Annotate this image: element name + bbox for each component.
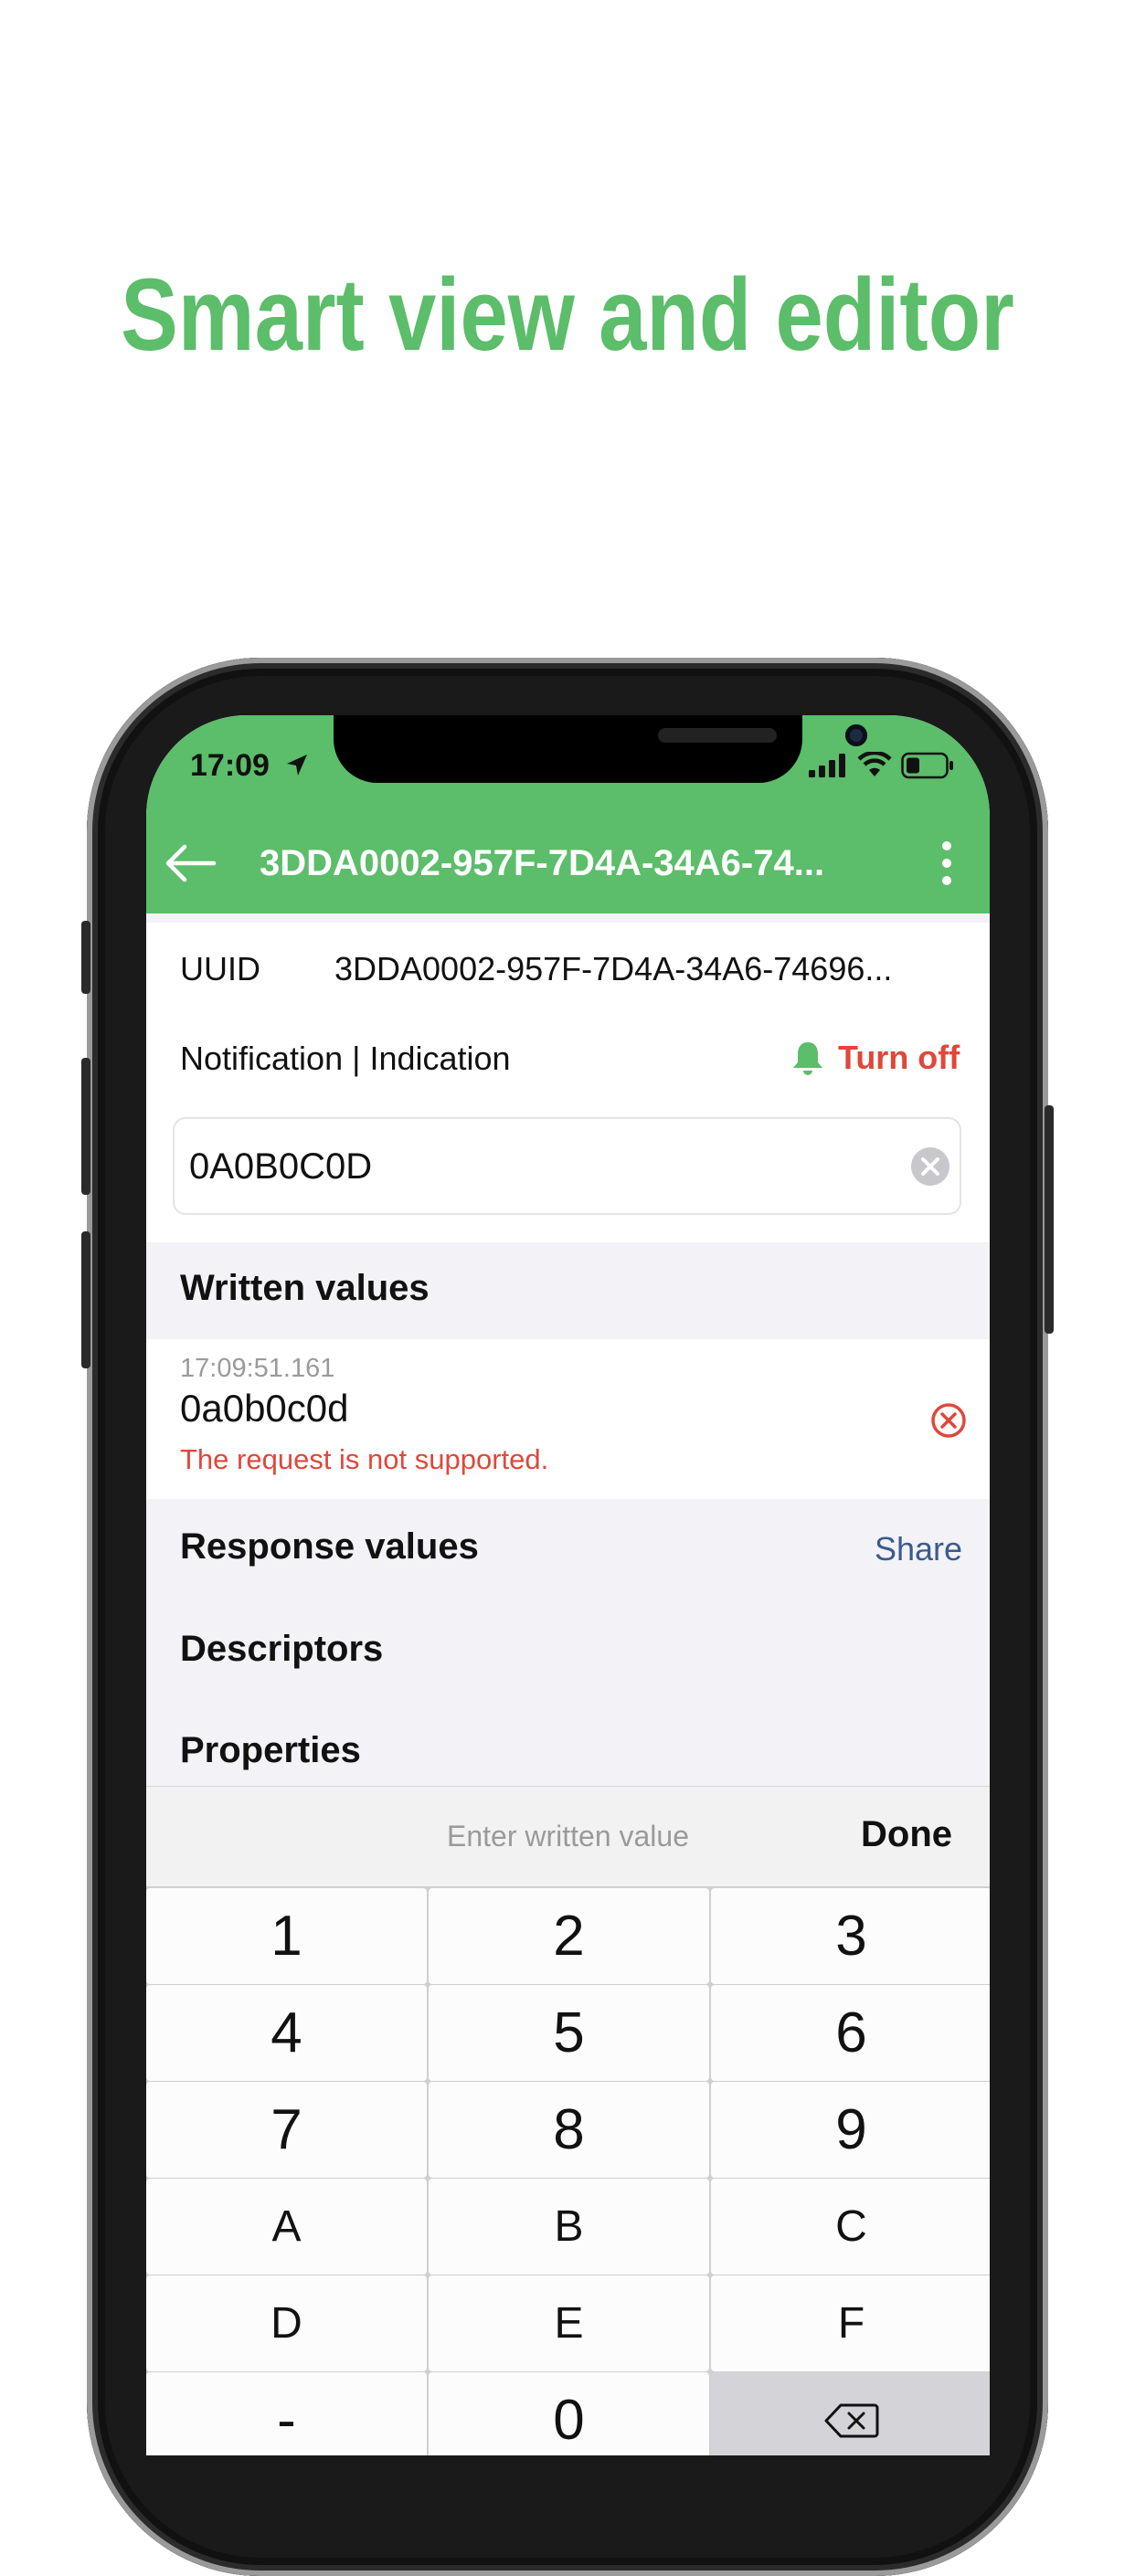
error-icon: [931, 1403, 966, 1438]
backspace-icon: [824, 2403, 878, 2437]
key-2[interactable]: 2: [429, 1888, 709, 1984]
headline: Smart view and editor: [121, 258, 1014, 372]
phone-screen: 17:09 3DDA0002-957F-7D4A-34A6-74... UUID…: [146, 715, 990, 2455]
phone-notch: [334, 715, 867, 783]
properties-title: Properties: [180, 1730, 361, 1770]
key-6[interactable]: 6: [711, 1985, 990, 2081]
more-vertical-icon[interactable]: [941, 840, 952, 886]
written-error: The request is not supported.: [180, 1443, 549, 1475]
nav-title: 3DDA0002-957F-7D4A-34A6-74...: [260, 843, 825, 883]
turn-off-label: Turn off: [838, 1039, 960, 1076]
key-0[interactable]: 0: [429, 2372, 709, 2455]
written-timestamp: 17:09:51.161: [180, 1354, 335, 1383]
value-input-text: 0A0B0C0D: [189, 1146, 373, 1187]
key-d[interactable]: D: [146, 2275, 427, 2371]
uuid-value: 3DDA0002-957F-7D4A-34A6-74696...: [334, 950, 893, 987]
value-input[interactable]: 0A0B0C0D: [173, 1117, 961, 1215]
key-a[interactable]: A: [146, 2179, 427, 2275]
key-5[interactable]: 5: [429, 1985, 709, 2081]
front-camera: [845, 724, 867, 746]
response-values-title: Response values: [180, 1526, 479, 1567]
written-value: 0a0b0c0d: [180, 1387, 349, 1430]
notify-label: Notification | Indication: [180, 1040, 511, 1077]
characteristic-card: UUID 3DDA0002-957F-7D4A-34A6-74696... No…: [146, 923, 990, 1242]
key-b[interactable]: B: [429, 2179, 709, 2275]
hex-keypad: 1 2 3 4 5 6 7 8 9 A B C D E F - 0: [146, 1886, 990, 2455]
clear-icon[interactable]: [910, 1146, 950, 1187]
turn-off-button[interactable]: Turn off: [790, 1036, 960, 1080]
key-c[interactable]: C: [711, 2179, 990, 2275]
written-value-row: 17:09:51.161 0a0b0c0d The request is not…: [146, 1339, 990, 1499]
keyboard-accessory-bar: Enter written value Done: [146, 1786, 990, 1887]
volume-down-button: [81, 1231, 90, 1368]
key-1[interactable]: 1: [146, 1888, 427, 1984]
done-button[interactable]: Done: [861, 1814, 952, 1855]
back-arrow-icon[interactable]: [163, 843, 217, 883]
key-minus[interactable]: -: [146, 2372, 427, 2455]
key-7[interactable]: 7: [146, 2082, 427, 2178]
key-e[interactable]: E: [429, 2275, 709, 2371]
written-values-title: Written values: [180, 1268, 430, 1308]
descriptors-title: Descriptors: [180, 1629, 384, 1669]
share-link[interactable]: Share: [875, 1530, 962, 1568]
key-3[interactable]: 3: [711, 1888, 990, 1984]
volume-up-button: [81, 1058, 90, 1195]
key-f[interactable]: F: [711, 2275, 990, 2371]
location-arrow-icon: [287, 755, 307, 776]
key-9[interactable]: 9: [711, 2082, 990, 2178]
speaker-grille: [658, 728, 777, 743]
key-4[interactable]: 4: [146, 1985, 427, 2081]
battery-icon: [901, 752, 953, 779]
cellular-signal-icon: [809, 754, 845, 777]
key-8[interactable]: 8: [429, 2082, 709, 2178]
uuid-label: UUID: [180, 950, 260, 987]
wifi-icon: [857, 752, 892, 776]
power-button: [1045, 1105, 1054, 1334]
mute-switch: [81, 921, 90, 994]
bell-icon: [793, 1042, 822, 1075]
status-time: 17:09: [190, 748, 270, 783]
backspace-key[interactable]: [711, 2372, 990, 2455]
